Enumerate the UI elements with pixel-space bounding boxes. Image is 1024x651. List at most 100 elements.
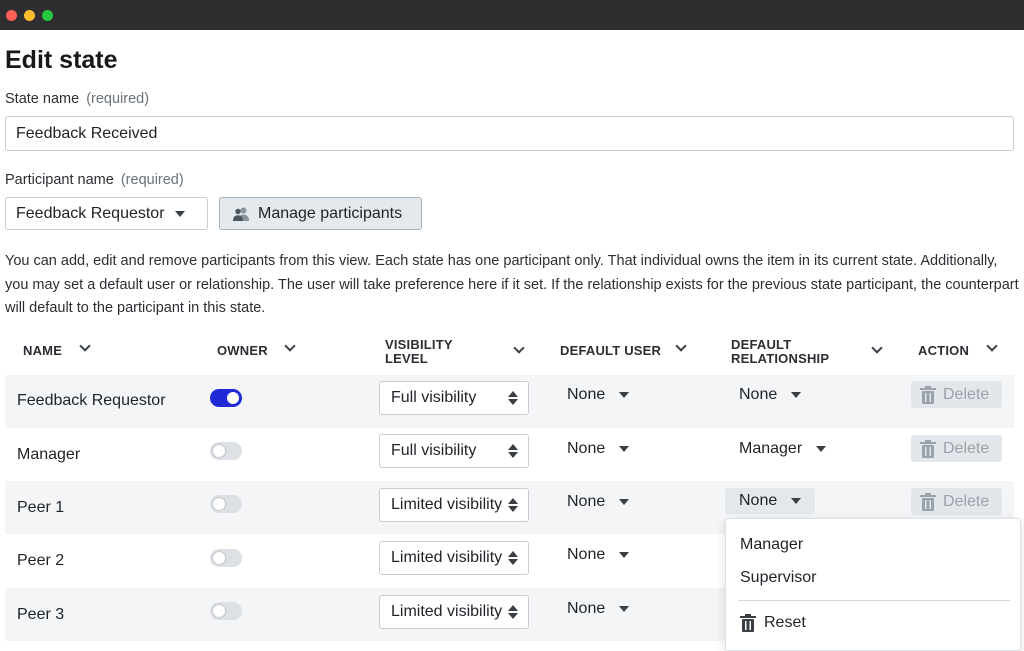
column-header-relationship-line2: RELATIONSHIP: [731, 351, 830, 366]
sort-arrows-icon: [508, 498, 518, 512]
column-header-default-relationship[interactable]: DEFAULT RELATIONSHIP: [731, 338, 829, 366]
caret-down-icon: [791, 392, 802, 398]
owner-toggle[interactable]: [210, 442, 242, 460]
trash-icon: [920, 492, 936, 511]
row-name-manager: Manager: [17, 446, 81, 463]
visibility-select-value: Limited visibility: [391, 549, 503, 566]
chevron-down-icon[interactable]: [513, 342, 525, 354]
default-relationship-select-open[interactable]: None: [725, 488, 816, 514]
chevron-down-icon[interactable]: [675, 340, 687, 352]
owner-toggle[interactable]: [210, 549, 242, 567]
caret-down-icon: [619, 392, 630, 398]
state-name-label: State name (required): [5, 91, 149, 107]
visibility-select[interactable]: Limited visibility: [379, 488, 529, 522]
visibility-select[interactable]: Full visibility: [379, 381, 529, 415]
zoom-window-button[interactable]: [42, 10, 53, 21]
visibility-select[interactable]: Limited visibility: [379, 541, 529, 575]
visibility-select-value: Full visibility: [391, 389, 477, 406]
column-header-action[interactable]: ACTION: [918, 344, 969, 358]
trash-icon: [920, 385, 936, 404]
menu-item-supervisor[interactable]: Supervisor: [740, 569, 816, 587]
minimize-window-button[interactable]: [24, 10, 35, 21]
caret-down-icon: [619, 446, 630, 452]
owner-toggle[interactable]: [210, 495, 242, 513]
row-name-peer-2: Peer 2: [17, 552, 65, 569]
participant-name-label-text: Participant name: [5, 172, 114, 188]
page-title: Edit state: [5, 46, 118, 74]
reset-label: Reset: [764, 614, 806, 631]
default-relationship-value: Manager: [739, 440, 803, 457]
chevron-down-icon[interactable]: [79, 340, 91, 352]
menu-item-manager[interactable]: Manager: [740, 536, 803, 554]
manage-participants-button[interactable]: Manage participants: [219, 197, 422, 230]
participant-name-label: Participant name (required): [5, 172, 184, 188]
row-name-peer-3: Peer 3: [17, 606, 65, 623]
column-header-name[interactable]: NAME: [23, 344, 62, 358]
state-name-required-hint: (required): [86, 91, 150, 107]
toggle-knob: [213, 498, 225, 510]
menu-divider: [738, 600, 1010, 601]
default-user-select[interactable]: None: [567, 386, 630, 404]
default-user-select[interactable]: None: [567, 600, 630, 618]
visibility-select-value: Full visibility: [391, 442, 477, 459]
default-user-value: None: [567, 546, 606, 563]
delete-label: Delete: [943, 439, 990, 457]
column-header-default-user[interactable]: DEFAULT USER: [560, 344, 661, 358]
participant-select-value: Feedback Requestor: [16, 204, 165, 222]
trash-icon: [920, 439, 936, 458]
delete-button[interactable]: Delete: [911, 435, 1002, 462]
column-header-visibility-line2: LEVEL: [385, 351, 428, 366]
delete-label: Delete: [943, 385, 990, 403]
sort-arrows-icon: [508, 391, 518, 405]
default-relationship-select[interactable]: Manager: [739, 440, 827, 458]
delete-label: Delete: [943, 492, 990, 510]
caret-down-icon: [174, 210, 185, 217]
sort-arrows-icon: [508, 605, 518, 619]
toggle-knob: [213, 445, 225, 457]
default-relationship-value: None: [739, 386, 778, 403]
delete-button[interactable]: Delete: [911, 381, 1002, 408]
owner-toggle[interactable]: [210, 389, 242, 407]
caret-down-icon: [619, 499, 630, 505]
default-user-select[interactable]: None: [567, 493, 630, 511]
chevron-down-icon[interactable]: [871, 342, 883, 354]
default-relationship-value: None: [739, 492, 778, 509]
chevron-down-icon[interactable]: [284, 340, 296, 352]
sort-arrows-icon: [508, 444, 518, 458]
manage-participants-label: Manage participants: [258, 204, 403, 222]
state-name-label-text: State name: [5, 91, 80, 107]
users-icon: [233, 207, 249, 221]
visibility-select-value: Limited visibility: [391, 603, 503, 620]
column-header-visibility-line1: VISIBILITY: [385, 337, 453, 352]
trash-icon: [740, 614, 756, 632]
column-header-owner[interactable]: OWNER: [217, 344, 268, 358]
participant-select[interactable]: Feedback Requestor: [5, 197, 208, 230]
close-window-button[interactable]: [6, 10, 17, 21]
visibility-select[interactable]: Full visibility: [379, 434, 529, 468]
relationship-dropdown-menu: Manager Supervisor Reset: [725, 518, 1021, 651]
visibility-select-value: Limited visibility: [391, 496, 503, 513]
caret-down-icon: [816, 446, 827, 452]
default-user-select[interactable]: None: [567, 440, 630, 458]
default-user-value: None: [567, 493, 606, 510]
visibility-select[interactable]: Limited visibility: [379, 595, 529, 629]
row-name-peer-1: Peer 1: [17, 499, 65, 516]
toggle-knob: [213, 605, 225, 617]
participant-name-required-hint: (required): [120, 172, 184, 188]
column-header-relationship-line1: DEFAULT: [731, 337, 792, 352]
sort-arrows-icon: [508, 551, 518, 565]
menu-item-reset[interactable]: Reset: [740, 614, 806, 632]
delete-button[interactable]: Delete: [911, 488, 1002, 515]
state-name-input[interactable]: [5, 116, 1014, 151]
caret-down-icon: [619, 606, 630, 612]
chevron-down-icon[interactable]: [986, 340, 998, 352]
default-user-value: None: [567, 386, 606, 403]
toggle-knob: [213, 552, 225, 564]
owner-toggle[interactable]: [210, 602, 242, 620]
row-name-feedback-requestor: Feedback Requestor: [17, 392, 166, 409]
default-user-select[interactable]: None: [567, 546, 630, 564]
help-text: You can add, edit and remove participant…: [5, 253, 1019, 316]
column-header-visibility-level[interactable]: VISIBILITY LEVEL: [385, 338, 453, 366]
default-user-value: None: [567, 600, 606, 617]
default-relationship-select[interactable]: None: [739, 386, 802, 404]
